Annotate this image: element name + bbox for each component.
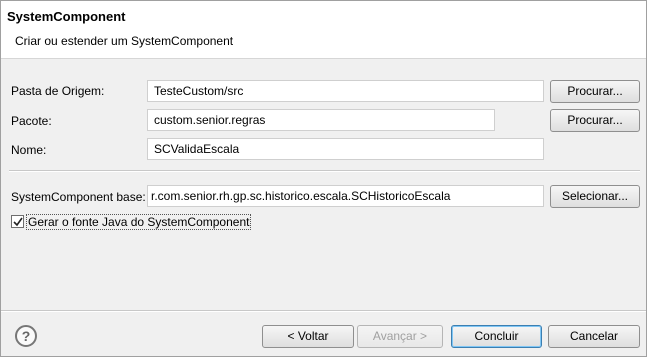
name-label: Nome: xyxy=(11,143,47,157)
base-select-button[interactable]: Selecionar... xyxy=(550,185,640,208)
generate-java-label[interactable]: Gerar o fonte Java do SystemComponent xyxy=(26,214,252,230)
source-folder-browse-button[interactable]: Procurar... xyxy=(550,80,640,103)
source-folder-label: Pasta de Origem: xyxy=(11,84,105,98)
name-input[interactable]: SCValidaEscala xyxy=(147,138,544,160)
next-button[interactable]: Avançar > xyxy=(357,325,443,348)
package-input[interactable]: custom.senior.regras xyxy=(147,109,495,131)
wizard-dialog: SystemComponent Criar ou estender um Sys… xyxy=(0,0,647,357)
base-input[interactable]: r.com.senior.rh.gp.sc.historico.escala.S… xyxy=(147,185,544,207)
wizard-title: SystemComponent xyxy=(7,9,126,24)
footer-divider xyxy=(1,310,646,312)
wizard-subtitle: Criar ou estender um SystemComponent xyxy=(15,34,234,48)
cancel-button[interactable]: Cancelar xyxy=(548,325,640,348)
section-divider xyxy=(9,170,640,172)
package-browse-button[interactable]: Procurar... xyxy=(550,109,640,132)
generate-java-checkbox[interactable] xyxy=(11,215,24,228)
help-icon[interactable]: ? xyxy=(15,325,37,347)
finish-button[interactable]: Concluir xyxy=(451,325,542,348)
package-label: Pacote: xyxy=(11,114,52,128)
base-label: SystemComponent base: xyxy=(11,190,146,204)
source-folder-input[interactable]: TesteCustom/src xyxy=(147,80,544,102)
check-icon xyxy=(13,217,23,227)
back-button[interactable]: < Voltar xyxy=(262,325,354,348)
wizard-header: SystemComponent Criar ou estender um Sys… xyxy=(1,1,646,59)
